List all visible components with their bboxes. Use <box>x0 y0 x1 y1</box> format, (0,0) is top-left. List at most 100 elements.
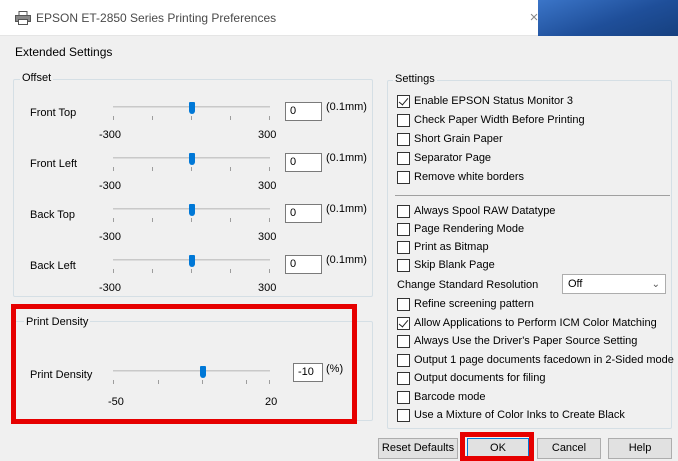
checkbox-separator-page[interactable]: Separator Page <box>397 150 491 166</box>
checkbox-always-use-the-driver-s-paper-source-setting[interactable]: Always Use the Driver's Paper Source Set… <box>397 333 637 349</box>
checkbox-print-as-bitmap[interactable]: Print as Bitmap <box>397 239 489 255</box>
help-button[interactable]: Help <box>608 438 672 459</box>
settings-divider <box>395 195 670 196</box>
slider-tick <box>230 167 231 171</box>
offset-value-input[interactable]: 0 <box>285 153 322 172</box>
background-window-edge <box>538 0 678 36</box>
print-density-slider-thumb[interactable] <box>199 366 206 378</box>
offset-value-input[interactable]: 0 <box>285 102 322 121</box>
slider-tick <box>113 116 114 120</box>
slider-tick <box>269 218 270 222</box>
checkbox-box[interactable] <box>397 151 410 165</box>
slider-tick <box>269 167 270 171</box>
offset-slider-max: 300 <box>258 231 277 243</box>
checkbox-label: Check Paper Width Before Printing <box>414 114 585 126</box>
checkbox-box[interactable] <box>397 316 410 330</box>
resolution-select[interactable]: Off ⌄ <box>562 274 666 294</box>
offset-legend: Offset <box>20 72 54 84</box>
printing-preferences-dialog: EPSON ET-2850 Series Printing Preference… <box>0 0 678 461</box>
checkbox-box[interactable] <box>397 132 410 146</box>
offset-slider-min: -300 <box>99 231 122 243</box>
ok-button[interactable]: OK <box>467 438 529 459</box>
offset-slider-max: 300 <box>258 282 277 294</box>
checkbox-box[interactable] <box>397 240 410 254</box>
settings-legend: Settings <box>393 73 437 85</box>
checkbox-label: Always Use the Driver's Paper Source Set… <box>414 335 638 347</box>
slider-tick <box>269 116 270 120</box>
checkbox-box[interactable] <box>397 334 410 348</box>
offset-unit: (0.1mm) <box>326 101 367 113</box>
checkbox-box[interactable] <box>397 170 410 184</box>
checkbox-label: Barcode mode <box>414 391 486 403</box>
checkbox-label: Allow Applications to Perform ICM Color … <box>414 317 657 329</box>
slider-tick <box>113 218 114 222</box>
print-density-label: Print Density <box>30 369 93 381</box>
print-density-input[interactable]: -10 <box>293 363 323 382</box>
checkbox-always-spool-raw-datatype[interactable]: Always Spool RAW Datatype <box>397 203 555 219</box>
checkbox-refine-screening-pattern[interactable]: Refine screening pattern <box>397 296 534 312</box>
checkbox-box[interactable] <box>397 258 410 272</box>
checkbox-label: Always Spool RAW Datatype <box>414 205 556 217</box>
slider-tick <box>152 269 153 273</box>
checkbox-allow-applications-to-perform-icm-color-matching[interactable]: Allow Applications to Perform ICM Color … <box>397 315 657 331</box>
checkbox-box[interactable] <box>397 113 410 127</box>
checkbox-box[interactable] <box>397 353 410 367</box>
checkbox-remove-white-borders[interactable]: Remove white borders <box>397 169 524 185</box>
slider-tick <box>191 116 192 120</box>
offset-value-input[interactable]: 0 <box>285 204 322 223</box>
offset-slider-thumb[interactable] <box>188 102 195 114</box>
offset-row-label: Back Left <box>30 260 76 272</box>
offset-row-label: Front Left <box>30 158 78 170</box>
offset-value-input[interactable]: 0 <box>285 255 322 274</box>
checkbox-label: Print as Bitmap <box>414 241 489 253</box>
offset-slider-max: 300 <box>258 180 277 192</box>
offset-slider-min: -300 <box>99 180 122 192</box>
slider-tick <box>269 380 270 384</box>
checkbox-box[interactable] <box>397 297 410 311</box>
offset-slider-thumb[interactable] <box>188 204 195 216</box>
checkbox-box[interactable] <box>397 371 410 385</box>
checkbox-box[interactable] <box>397 408 410 422</box>
offset-slider-thumb[interactable] <box>188 153 195 165</box>
offset-unit: (0.1mm) <box>326 254 367 266</box>
window-title: EPSON ET-2850 Series Printing Preference… <box>36 11 277 25</box>
slider-tick <box>230 218 231 222</box>
cancel-button[interactable]: Cancel <box>537 438 601 459</box>
offset-slider-thumb[interactable] <box>188 255 195 267</box>
offset-row-label: Back Top <box>30 209 76 221</box>
checkbox-box[interactable] <box>397 390 410 404</box>
checkbox-short-grain-paper[interactable]: Short Grain Paper <box>397 131 503 147</box>
checkbox-box[interactable] <box>397 94 410 108</box>
reset-defaults-button[interactable]: Reset Defaults <box>378 438 458 459</box>
checkbox-use-a-mixture-of-color-inks-to-create-black[interactable]: Use a Mixture of Color Inks to Create Bl… <box>397 407 625 423</box>
checkbox-output-documents-for-filing[interactable]: Output documents for filing <box>397 370 545 386</box>
print-density-slider[interactable] <box>113 370 270 372</box>
slider-tick <box>113 167 114 171</box>
checkbox-page-rendering-mode[interactable]: Page Rendering Mode <box>397 221 524 237</box>
printer-icon <box>15 11 31 25</box>
checkbox-check-paper-width-before-printing[interactable]: Check Paper Width Before Printing <box>397 112 585 128</box>
checkbox-label: Short Grain Paper <box>414 133 503 145</box>
checkbox-skip-blank-page[interactable]: Skip Blank Page <box>397 257 495 273</box>
slider-tick <box>246 380 247 384</box>
print-density-max: 20 <box>265 396 278 408</box>
page-title: Extended Settings <box>15 45 113 59</box>
slider-tick <box>269 269 270 273</box>
slider-tick <box>230 116 231 120</box>
checkbox-label: Output 1 page documents facedown in 2-Si… <box>414 354 674 366</box>
checkbox-barcode-mode[interactable]: Barcode mode <box>397 389 486 405</box>
offset-slider-min: -300 <box>99 129 122 141</box>
checkbox-box[interactable] <box>397 204 410 218</box>
slider-tick <box>152 218 153 222</box>
checkbox-label: Refine screening pattern <box>414 298 534 310</box>
slider-tick <box>158 380 159 384</box>
offset-unit: (0.1mm) <box>326 203 367 215</box>
checkbox-label: Skip Blank Page <box>414 259 495 271</box>
offset-slider-max: 300 <box>258 129 277 141</box>
slider-tick <box>113 380 114 384</box>
checkbox-box[interactable] <box>397 222 410 236</box>
checkbox-output-1-page-documents-facedown-in-2-sided-mode[interactable]: Output 1 page documents facedown in 2-Si… <box>397 352 674 368</box>
checkbox-enable-epson-status-monitor-3[interactable]: Enable EPSON Status Monitor 3 <box>397 93 573 109</box>
resolution-select-value: Off <box>568 278 583 290</box>
print-density-unit: (%) <box>326 363 344 375</box>
